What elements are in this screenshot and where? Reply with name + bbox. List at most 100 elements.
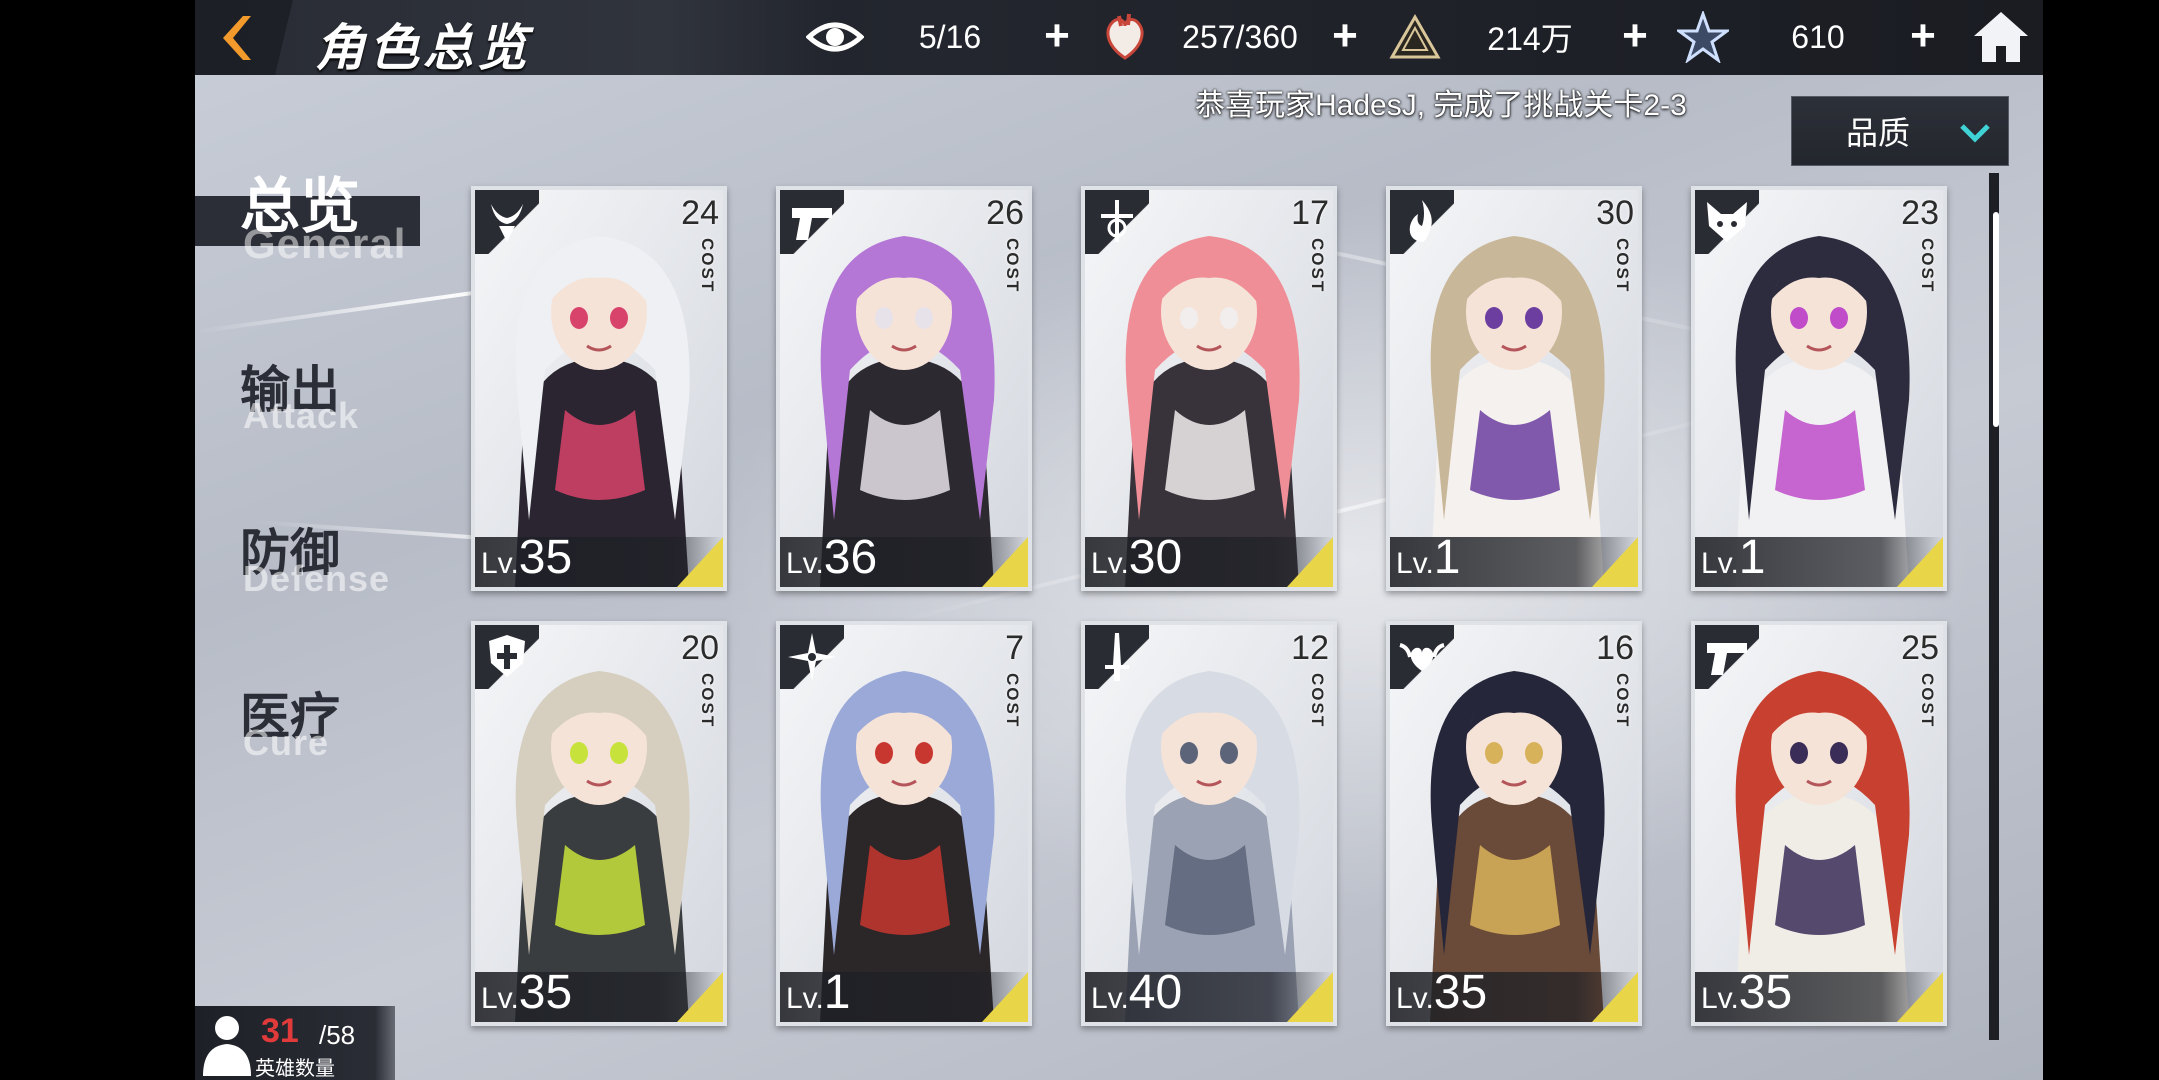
stamina-value: 257/360 [1182,18,1298,55]
level-bar-corner [1287,537,1333,587]
pyramid-icon [1385,10,1445,64]
character-card[interactable]: Lv.35 20 COST [471,621,727,1026]
cost-label: COST [1308,673,1327,729]
level-prefix: Lv. [1396,982,1434,1015]
character-level: Lv.40 [1091,965,1182,1020]
character-card[interactable]: Lv.30 17 COST [1081,186,1337,591]
level-bar-corner [1592,972,1638,1022]
level-value: 35 [518,531,573,584]
class-badge [1085,190,1149,254]
character-card[interactable]: Lv.40 12 COST [1081,621,1337,1026]
character-card[interactable]: Lv.35 25 COST [1691,621,1947,1026]
demon-horn-icon [491,204,523,242]
character-level: Lv.1 [786,965,851,1020]
level-bar-corner [982,972,1028,1022]
character-card[interactable]: Lv.1 30 COST [1386,186,1642,591]
nav-tab-sublabel: General [243,220,407,267]
character-level: Lv.30 [1091,530,1182,585]
game-screen: 角色总览 5/16 + 257/360 + 214万 + 610 + 恭喜玩家H… [195,0,2043,1080]
hero-count-max: /58 [319,1020,356,1050]
class-badge [780,625,844,689]
cross-sword-icon [1101,200,1133,242]
shuriken-icon [788,633,836,681]
cost-value: 23 [1901,194,1939,232]
level-bar-corner [677,537,723,587]
cost-value: 7 [1005,629,1024,667]
level-prefix: Lv. [481,982,519,1015]
sort-dropdown[interactable]: 品质 [1791,96,2009,166]
flame-icon [1409,200,1432,242]
character-level: Lv.35 [481,965,572,1020]
system-notice: 恭喜玩家HadesJ, 完成了挑战关卡2-3 [1195,89,1687,122]
home-button[interactable] [1970,6,2032,68]
class-badge [1085,625,1149,689]
class-badge [475,190,539,254]
heart-wings-icon [1399,643,1445,671]
level-value: 1 [1738,531,1766,584]
character-card[interactable]: Lv.36 26 COST [776,186,1032,591]
gold-resource: 214万 [1385,10,1615,64]
character-card[interactable]: Lv.35 16 COST [1386,621,1642,1026]
cost-label: COST [698,238,717,294]
class-badge [1695,625,1759,689]
scrollbar-thumb[interactable] [1993,212,1999,427]
stamina-resource: 257/360 [1095,10,1325,64]
back-button[interactable] [217,12,255,64]
level-prefix: Lv. [1396,547,1434,580]
level-value: 35 [518,966,573,1019]
page-title: 角色总览 [315,20,531,76]
character-card[interactable]: Lv.35 24 COST [471,186,727,591]
shield-cross-icon [489,635,525,677]
cost-label: COST [1613,238,1632,294]
character-level: Lv.35 [481,530,572,585]
nav-tab-sublabel: Attack [243,395,360,436]
level-bar-corner [1897,972,1943,1022]
add-crystal-button[interactable]: + [1901,14,1945,60]
add-gold-button[interactable]: + [1613,14,1657,60]
level-value: 36 [823,531,878,584]
add-eye-button[interactable]: + [1035,14,1079,60]
level-bar-corner [1897,537,1943,587]
character-level: Lv.35 [1396,965,1487,1020]
heart-organ-icon [1095,10,1155,64]
eye-value: 5/16 [918,18,982,55]
level-prefix: Lv. [1701,547,1739,580]
add-stamina-button[interactable]: + [1323,14,1367,60]
cost-label: COST [698,673,717,729]
crystal-value: 610 [1791,18,1845,55]
cost-value: 12 [1291,629,1329,667]
level-bar-corner [1287,972,1333,1022]
level-prefix: Lv. [786,547,824,580]
eye-resource: 5/16 [805,10,1035,64]
top-bar: 角色总览 5/16 + 257/360 + 214万 + 610 + [195,0,2043,76]
character-card[interactable]: Lv.1 7 COST [776,621,1032,1026]
cost-value: 24 [681,194,719,232]
cost-label: COST [1613,673,1632,729]
level-value: 1 [823,966,851,1019]
sort-selected-value: 品质 [1846,115,1911,151]
nav-tab-sublabel: Defense [243,558,391,599]
cost-label: COST [1918,238,1937,294]
class-badge [1695,190,1759,254]
level-prefix: Lv. [1091,982,1129,1015]
class-badge [780,190,844,254]
level-bar-corner [677,972,723,1022]
nav-tab-sublabel: Cure [243,722,330,763]
class-badge [1390,190,1454,254]
nav-tab-cure[interactable]: 医疗 Cure [195,672,455,772]
level-bar-corner [1592,537,1638,587]
nav-tab-general[interactable]: 总览 General [195,158,455,278]
cost-label: COST [1918,673,1937,729]
eye-icon [805,10,865,64]
home-icon [1974,12,2028,62]
nav-tab-defense[interactable]: 防御 Defense [195,508,455,608]
hero-count-panel: 31 /58 英雄数量 [195,1006,395,1080]
class-badge [475,625,539,689]
nav-tab-attack[interactable]: 输出 Attack [195,345,455,445]
level-value: 1 [1433,531,1461,584]
fox-mask-icon [1707,202,1747,242]
cost-value: 20 [681,629,719,667]
level-value: 35 [1738,966,1793,1019]
pistol-icon [1707,643,1747,675]
character-card[interactable]: Lv.1 23 COST [1691,186,1947,591]
